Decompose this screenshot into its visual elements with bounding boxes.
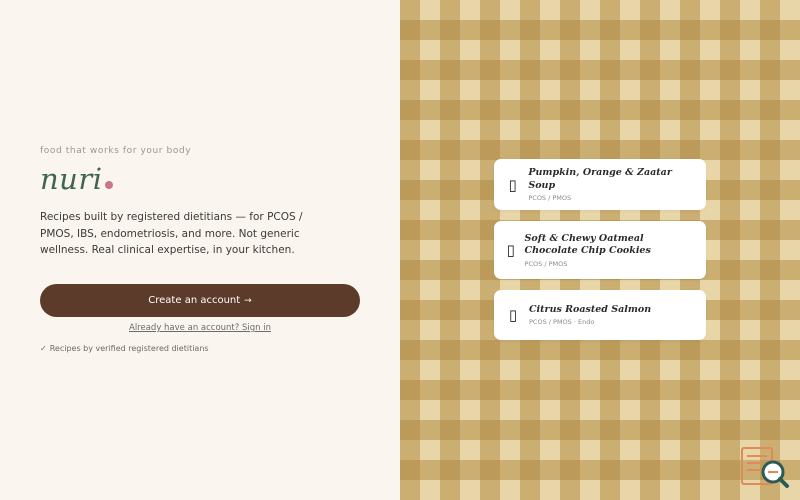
create-account-button[interactable]: Create an account →	[40, 284, 360, 317]
recipe-title: Soft & Chewy Oatmeal Chocolate Chip Cook…	[524, 232, 651, 257]
create-account-label: Create an account	[148, 295, 241, 306]
recipe-preview-panel: ▯ Pumpkin, Orange & Zaatar Soup PCOS / P…	[400, 0, 800, 500]
recipe-icon: ▯	[508, 306, 518, 324]
recipe-tags: PCOS / PMOS	[528, 194, 572, 202]
logo: nuri	[40, 162, 113, 198]
recipe-title: Citrus Roasted Salmon	[529, 303, 652, 315]
tagline: food that works for your body	[40, 146, 192, 156]
recipe-tags: PCOS / PMOS	[524, 259, 568, 268]
arrow-right-icon: →	[244, 295, 252, 306]
logo-dot	[104, 181, 113, 189]
recipe-icon: ▯	[508, 175, 517, 194]
signup-panel: food that works for your body nuri Recip…	[0, 0, 400, 500]
recipe-title: Pumpkin, Orange & Zaatar Soup	[528, 167, 672, 191]
recipe-tags: PCOS / PMOS · Endo	[529, 318, 595, 327]
check-icon: ✓	[40, 344, 47, 353]
recipe-card[interactable]: ▯ Pumpkin, Orange & Zaatar Soup PCOS / P…	[494, 159, 706, 210]
recipe-icon: ▯	[506, 241, 515, 259]
recipe-card[interactable]: ▯ Citrus Roasted Salmon PCOS / PMOS · En…	[494, 290, 706, 340]
logo-wordmark: nuri	[40, 162, 103, 196]
verified-note: ✓ Recipes by verified registered dietiti…	[40, 344, 209, 353]
signin-link[interactable]: Already have an account? Sign in	[40, 323, 360, 333]
intro-description: Recipes built by registered dietitians —…	[40, 211, 303, 256]
verified-label: Recipes by verified registered dietitian…	[49, 344, 209, 353]
recipe-card[interactable]: ▯ Soft & Chewy Oatmeal Chocolate Chip Co…	[494, 221, 706, 279]
search-document-icon[interactable]	[740, 446, 790, 490]
